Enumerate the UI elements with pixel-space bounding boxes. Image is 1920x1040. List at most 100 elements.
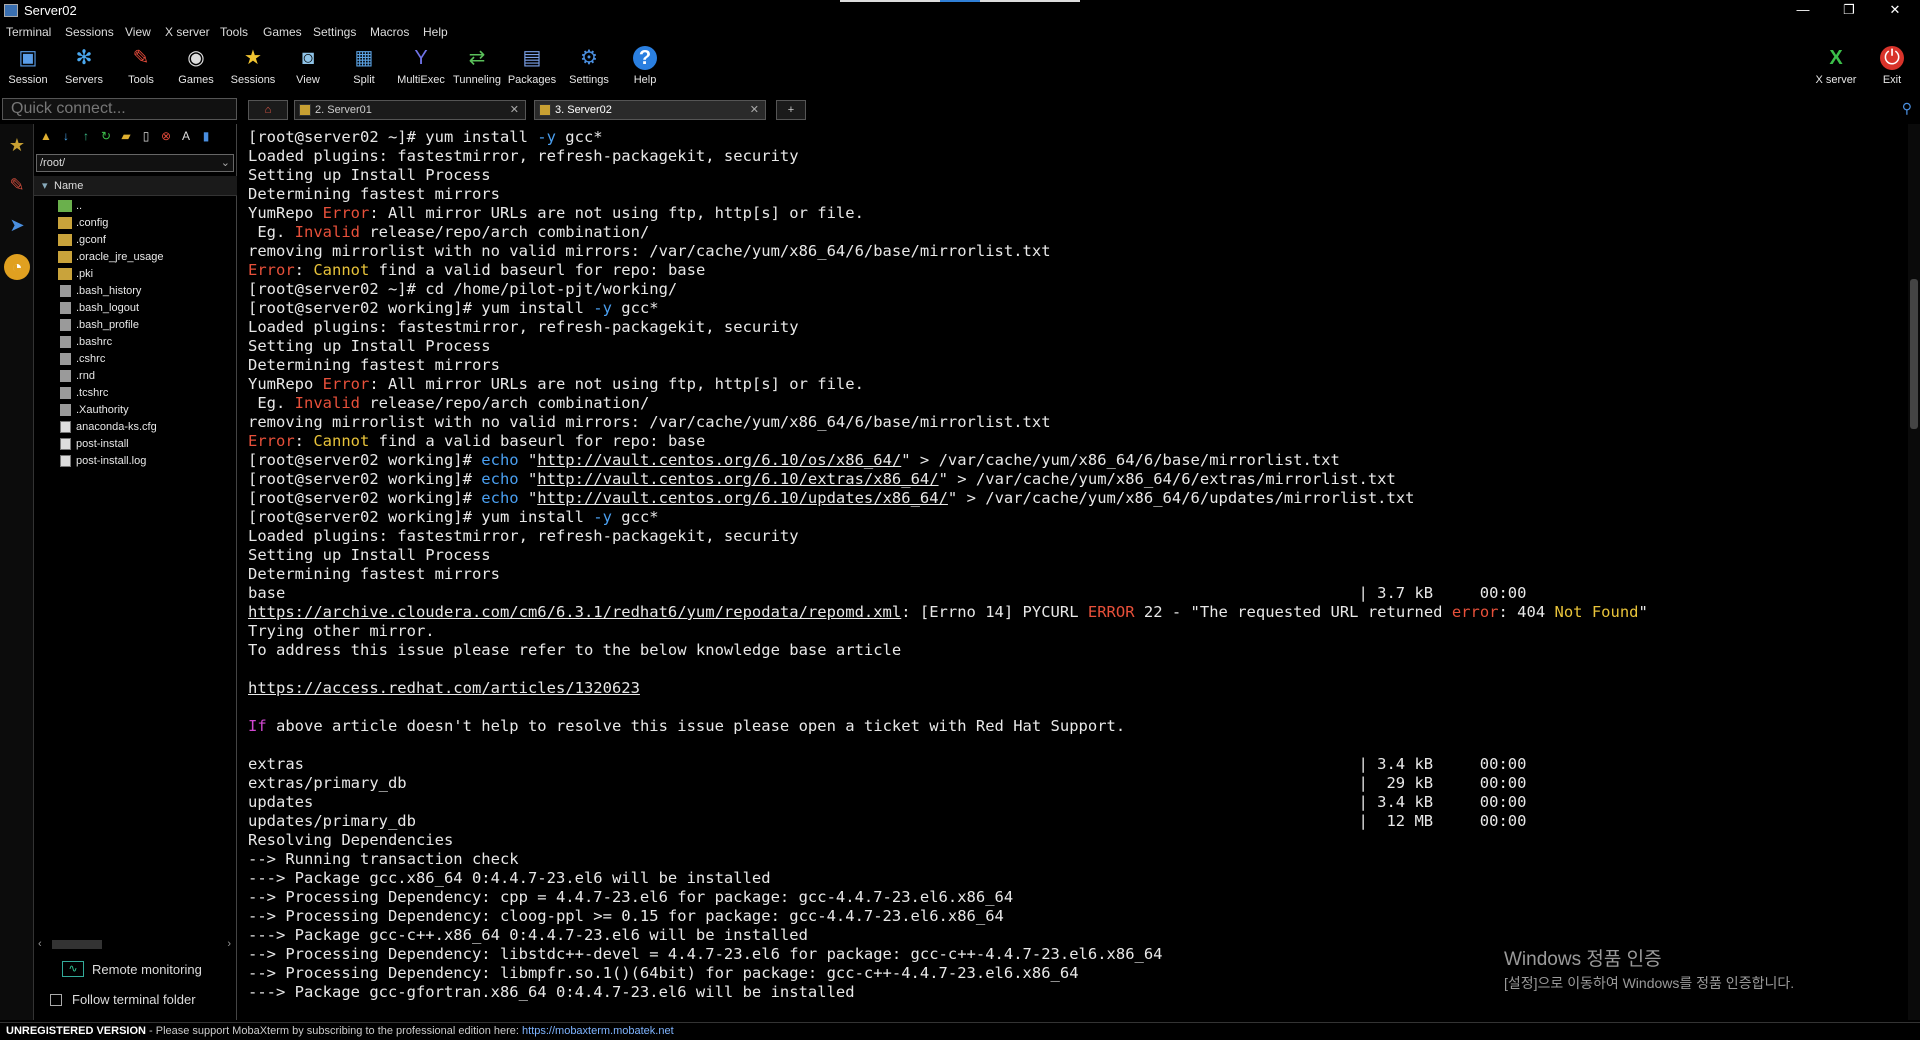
close-window-button[interactable]: ✕ <box>1872 0 1918 22</box>
sftp-icon[interactable]: ◔ <box>4 254 30 280</box>
list-item[interactable]: post-install.log <box>34 453 237 470</box>
rename-icon[interactable]: A <box>178 128 194 144</box>
list-item[interactable]: .Xauthority <box>34 402 237 419</box>
terminal-text: Determining fastest mirrors <box>248 185 500 203</box>
list-item[interactable]: .gconf <box>34 232 237 249</box>
file-icon <box>60 387 71 399</box>
terminal-text: Invalid <box>294 394 360 412</box>
packages-button[interactable]: ▤ Packages <box>504 44 560 90</box>
close-tab-icon[interactable]: ✕ <box>750 101 759 119</box>
terminal-output[interactable]: [root@server02 ~]# yum install -y gcc* Lo… <box>244 124 1908 1020</box>
menu-xserver[interactable]: X server <box>165 25 210 39</box>
list-item[interactable]: .bash_history <box>34 283 237 300</box>
tunneling-button[interactable]: ⇄ Tunneling <box>449 44 505 90</box>
delete-icon[interactable]: ⊗ <box>158 128 174 144</box>
terminal-text: --> Processing Dependency: cloog-ppl >= … <box>248 907 1004 925</box>
list-item[interactable]: .. <box>34 198 237 215</box>
terminal-line: --> Processing Dependency: cloog-ppl >= … <box>248 907 1908 926</box>
sessions-button[interactable]: ★ Sessions <box>225 44 281 90</box>
list-item[interactable]: .bashrc <box>34 334 237 351</box>
terminal-line: Eg. Invalid release/repo/arch combinatio… <box>248 223 1908 242</box>
terminal-text: Trying other mirror. <box>248 622 435 640</box>
terminal-text: -y <box>537 128 556 146</box>
terminal-text: Setting up Install Process <box>248 337 491 355</box>
star-icon: ★ <box>244 47 262 69</box>
tools-side-icon[interactable]: ✎ <box>4 172 30 198</box>
quick-connect-input[interactable]: Quick connect... <box>2 98 237 120</box>
games-button[interactable]: ◉ Games <box>168 44 224 90</box>
send-icon[interactable]: ➤ <box>4 212 30 238</box>
scroll-thumb[interactable] <box>52 940 102 949</box>
session-button[interactable]: ▣ Session <box>0 44 56 90</box>
multiexec-button[interactable]: Y MultiExec <box>393 44 449 90</box>
new-file-icon[interactable]: ▯ <box>138 128 154 144</box>
scroll-thumb[interactable] <box>1910 279 1918 429</box>
menu-sessions[interactable]: Sessions <box>65 25 114 39</box>
close-tab-icon[interactable]: ✕ <box>510 101 519 119</box>
exit-button[interactable]: ⏻ Exit <box>1864 44 1920 90</box>
list-item[interactable]: .oracle_jre_usage <box>34 249 237 266</box>
list-item[interactable]: anaconda-ks.cfg <box>34 419 237 436</box>
list-item[interactable]: .pki <box>34 266 237 283</box>
list-item[interactable]: .tcshrc <box>34 385 237 402</box>
chevron-down-icon[interactable]: ⌄ <box>221 155 230 171</box>
sessions-star-icon[interactable]: ★ <box>4 132 30 158</box>
split-button[interactable]: ▦ Split <box>336 44 392 90</box>
up-folder-icon[interactable]: ▲ <box>38 128 54 144</box>
list-item[interactable]: .config <box>34 215 237 232</box>
new-folder-icon[interactable]: ▰ <box>118 128 134 144</box>
terminal-text: release/repo/arch combination/ <box>360 223 650 241</box>
attachment-icon[interactable]: ⚲ <box>1902 100 1912 117</box>
xserver-button[interactable]: XX server <box>1806 44 1866 90</box>
home-tab[interactable]: ⌂ <box>248 100 288 120</box>
scroll-left-icon[interactable]: ‹ <box>38 938 42 950</box>
path-field[interactable]: /root/ ⌄ <box>36 154 234 172</box>
menu-terminal[interactable]: Terminal <box>6 25 51 39</box>
list-item[interactable]: .cshrc <box>34 351 237 368</box>
settings-button[interactable]: ⚙ Settings <box>561 44 617 90</box>
list-item[interactable]: .bash_logout <box>34 300 237 317</box>
view-button[interactable]: ◙ View <box>280 44 336 90</box>
folder-icon <box>58 251 72 263</box>
menu-settings[interactable]: Settings <box>313 25 356 39</box>
menu-macros[interactable]: Macros <box>370 25 409 39</box>
terminal-text: gcc* <box>611 508 659 526</box>
tab-server02[interactable]: 3. Server02 ✕ <box>534 100 766 120</box>
scroll-right-icon[interactable]: › <box>227 938 231 950</box>
download-icon[interactable]: ↓ <box>58 128 74 144</box>
list-item[interactable]: .rnd <box>34 368 237 385</box>
file-icon <box>60 285 71 297</box>
restore-button[interactable]: ❐ <box>1826 0 1872 22</box>
properties-icon[interactable]: ▮ <box>198 128 214 144</box>
terminal-text: [root@server02 ~]# yum install <box>248 128 538 146</box>
terminal-line: Loaded plugins: fastestmirror, refresh-p… <box>248 318 1908 337</box>
horizontal-scrollbar[interactable]: ‹ › <box>38 938 233 950</box>
terminal-line: Determining fastest mirrors <box>248 356 1908 375</box>
activation-watermark: Windows 정품 인증 [설정]으로 이동하여 Windows를 정품 인증… <box>1504 944 1794 993</box>
status-bar: UNREGISTERED VERSION - Please support Mo… <box>0 1022 1920 1040</box>
terminal-text: -y <box>593 508 612 526</box>
vertical-scrollbar[interactable] <box>1908 124 1920 1020</box>
terminal-text: Error <box>248 432 295 450</box>
checkbox[interactable] <box>50 994 62 1006</box>
name-column-header[interactable]: ▾ Name <box>34 176 237 196</box>
list-item[interactable]: .bash_profile <box>34 317 237 334</box>
new-tab-button[interactable]: + <box>776 100 806 120</box>
menu-help[interactable]: Help <box>423 25 448 39</box>
menu-games[interactable]: Games <box>263 25 302 39</box>
tools-button[interactable]: ✎ Tools <box>113 44 169 90</box>
menu-tools[interactable]: Tools <box>220 25 248 39</box>
minimize-button[interactable]: — <box>1780 0 1826 22</box>
menu-view[interactable]: View <box>125 25 151 39</box>
subscribe-link[interactable]: https://mobaxterm.mobatek.net <box>522 1025 674 1037</box>
refresh-icon[interactable]: ↻ <box>98 128 114 144</box>
list-item[interactable]: post-install <box>34 436 237 453</box>
upload-icon[interactable]: ↑ <box>78 128 94 144</box>
servers-button[interactable]: ✻ Servers <box>56 44 112 90</box>
servers-icon: ✻ <box>75 47 93 69</box>
terminal-line: [root@server02 working]# echo "http://va… <box>248 470 1908 489</box>
tab-server01[interactable]: 2. Server01 ✕ <box>294 100 526 120</box>
watermark-title: Windows 정품 인증 <box>1504 949 1662 970</box>
help-button[interactable]: ? Help <box>617 44 673 90</box>
